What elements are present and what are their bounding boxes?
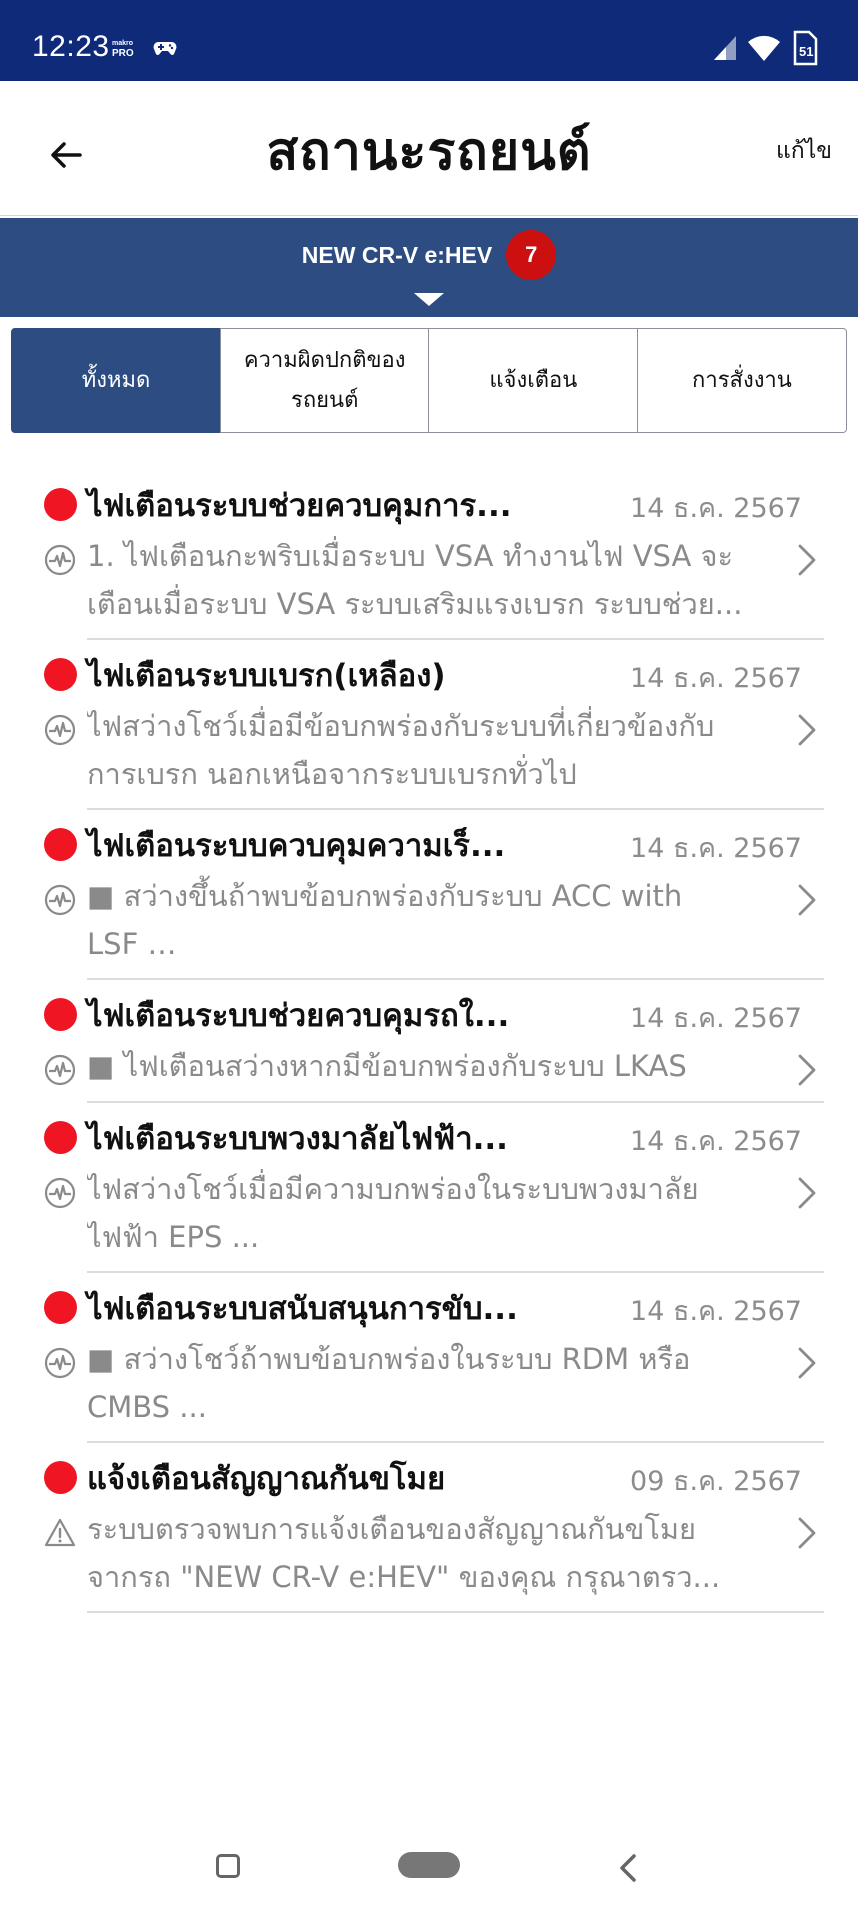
tab-commands-label: การสั่งงาน: [692, 367, 792, 393]
pulse-icon: [44, 1177, 76, 1209]
alert-title: ไฟเตือนระบบควบคุมความเร็...: [87, 828, 506, 864]
alert-desc-line: ระบบตรวจพบการแจ้งเตือนของสัญญาณกันขโมย: [87, 1512, 697, 1546]
alert-dot: [44, 998, 77, 1031]
alert-desc-line: ไฟสว่างโชว์เมื่อมีข้อบกพร่องกับระบบที่เก…: [87, 709, 715, 743]
filter-tabs: ทั้งหมด ความผิดปกติของ รถยนต์ แจ้งเตือน …: [11, 328, 847, 433]
alert-description: 1. ไฟเตือนกะพริบเมื่อระบบ VSA ทำงานไฟ VS…: [87, 532, 767, 628]
alert-desc-line: ไฟสว่างโชว์เมื่อมีความบกพร่องในระบบพวงมา…: [87, 1172, 699, 1206]
signal-icon: [714, 36, 736, 60]
alert-desc-line: การเบรก นอกเหนือจากระบบเบรกทั่วไป: [87, 757, 577, 791]
alert-description: ระบบตรวจพบการแจ้งเตือนของสัญญาณกันขโมย จ…: [87, 1505, 767, 1601]
app-header: สถานะรถยนต์ แก้ไข: [0, 81, 858, 216]
tab-vehicle-malfunction-label: ความผิดปกติของ รถยนต์: [244, 341, 406, 421]
alert-title: ไฟเตือนระบบเบรก(เหลือง): [87, 658, 446, 694]
list-item[interactable]: ไฟเตือนระบบช่วยควบคุมการ... 14 ธ.ค. 2567…: [0, 470, 858, 640]
alert-description: ■ สว่างโชว์ถ้าพบข้อบกพร่องในระบบ RDM หรื…: [87, 1335, 767, 1431]
nav-back-button[interactable]: [616, 1852, 640, 1884]
alert-desc-line: ไฟฟ้า EPS ...: [87, 1220, 260, 1254]
alert-desc-line: จากรถ "NEW CR-V e:HEV" ของคุณ กรุณาตรว..…: [87, 1560, 721, 1594]
tab-notifications-label: แจ้งเตือน: [489, 367, 578, 393]
page-title: สถานะรถยนต์: [266, 122, 592, 182]
tab-all-label: ทั้งหมด: [81, 367, 151, 393]
alert-title: ไฟเตือนระบบช่วยควบคุมรถใ...: [87, 998, 510, 1034]
chevron-right-icon: [798, 714, 816, 746]
tab-all[interactable]: ทั้งหมด: [11, 328, 222, 433]
tab-label-line: ความผิดปกติของ: [243, 347, 406, 373]
status-brand-bottom: PRO: [112, 48, 134, 59]
sim-icon: 51: [793, 30, 818, 66]
tab-vehicle-malfunction[interactable]: ความผิดปกติของ รถยนต์: [219, 328, 430, 433]
alert-desc-line: ■ สว่างโชว์ถ้าพบข้อบกพร่องในระบบ RDM หรื…: [87, 1342, 691, 1376]
pulse-icon: [44, 544, 76, 576]
chevron-right-icon: [798, 544, 816, 576]
notification-count-badge: 7: [506, 230, 557, 280]
alert-date: 09 ธ.ค. 2567: [630, 1466, 802, 1497]
alert-dot: [44, 1291, 77, 1324]
alert-date: 14 ธ.ค. 2567: [630, 833, 802, 864]
alert-description: ไฟสว่างโชว์เมื่อมีความบกพร่องในระบบพวงมา…: [87, 1165, 767, 1261]
alert-description: ■ สว่างขึ้นถ้าพบข้อบกพร่องกับระบบ ACC wi…: [87, 872, 767, 968]
status-time: 12:23: [32, 30, 110, 63]
vehicle-name: NEW CR-V e:HEV: [301, 241, 493, 268]
alert-title: ไฟเตือนระบบพวงมาลัยไฟฟ้า...: [87, 1121, 508, 1157]
pulse-icon: [44, 1054, 76, 1086]
tab-commands[interactable]: การสั่งงาน: [636, 328, 847, 433]
alert-dot: [44, 1121, 77, 1154]
status-bar: 12:23 makro PRO 51: [0, 0, 858, 81]
alert-title: ไฟเตือนระบบสนับสนุนการขับ...: [87, 1291, 518, 1327]
alert-date: 14 ธ.ค. 2567: [630, 493, 802, 524]
alert-date: 14 ธ.ค. 2567: [630, 1296, 802, 1327]
alert-desc-line: 1. ไฟเตือนกะพริบเมื่อระบบ VSA ทำงานไฟ VS…: [87, 539, 734, 573]
pulse-icon: [44, 884, 76, 916]
wifi-icon: [748, 35, 780, 61]
alert-description: ไฟสว่างโชว์เมื่อมีข้อบกพร่องกับระบบที่เก…: [87, 702, 767, 798]
pulse-icon: [44, 714, 76, 746]
list-item[interactable]: ไฟเตือนระบบเบรก(เหลือง) 14 ธ.ค. 2567 ไฟส…: [0, 640, 858, 810]
chevron-right-icon: [798, 1517, 816, 1549]
pulse-icon: [44, 1347, 76, 1379]
svg-text:51: 51: [799, 44, 813, 59]
alert-dot: [44, 828, 77, 861]
alert-date: 14 ธ.ค. 2567: [630, 663, 802, 694]
list-item[interactable]: ไฟเตือนระบบพวงมาลัยไฟฟ้า... 14 ธ.ค. 2567…: [0, 1103, 858, 1273]
list-item[interactable]: ไฟเตือนระบบควบคุมความเร็... 14 ธ.ค. 2567…: [0, 810, 858, 980]
gamepad-icon: [153, 42, 177, 56]
status-brand-logo: makro PRO: [112, 39, 134, 59]
chevron-right-icon: [798, 1347, 816, 1379]
chevron-right-icon: [798, 1054, 816, 1086]
vehicle-selector[interactable]: NEW CR-V e:HEV 7: [0, 218, 858, 317]
tab-label-line: รถยนต์: [291, 387, 359, 413]
chevron-down-icon: [414, 293, 444, 306]
home-button[interactable]: [398, 1852, 460, 1878]
alert-desc-line: LSF …: [87, 927, 177, 961]
alert-list: ไฟเตือนระบบช่วยควบคุมการ... 14 ธ.ค. 2567…: [0, 470, 858, 1613]
chevron-right-icon: [798, 884, 816, 916]
alert-title: แจ้งเตือนสัญญาณกันขโมย: [87, 1461, 446, 1497]
alert-desc-line: เตือนเมื่อระบบ VSA ระบบเสริมแรงเบรก ระบบ…: [87, 587, 743, 621]
list-item[interactable]: ไฟเตือนระบบช่วยควบคุมรถใ... 14 ธ.ค. 2567…: [0, 980, 858, 1103]
tab-notifications[interactable]: แจ้งเตือน: [428, 328, 639, 433]
warning-triangle-icon: [44, 1518, 76, 1547]
alert-dot: [44, 488, 77, 521]
alert-desc-line: CMBS ...: [87, 1390, 207, 1424]
alert-title: ไฟเตือนระบบช่วยควบคุมการ...: [87, 488, 512, 524]
alert-desc-line: ■ ไฟเตือนสว่างหากมีข้อบกพร่องกับระบบ LKA…: [87, 1049, 687, 1083]
divider: [87, 1611, 824, 1613]
alert-dot: [44, 1461, 77, 1494]
alert-description: ■ ไฟเตือนสว่างหากมีข้อบกพร่องกับระบบ LKA…: [87, 1042, 767, 1090]
alert-desc-line: ■ สว่างขึ้นถ้าพบข้อบกพร่องกับระบบ ACC wi…: [87, 879, 683, 913]
alert-date: 14 ธ.ค. 2567: [630, 1126, 802, 1157]
list-item[interactable]: แจ้งเตือนสัญญาณกันขโมย 09 ธ.ค. 2567 ระบบ…: [0, 1443, 858, 1613]
alert-dot: [44, 658, 77, 691]
recent-apps-button[interactable]: [216, 1854, 240, 1878]
system-nav-bar: [0, 1830, 858, 1907]
edit-button[interactable]: แก้ไข: [776, 133, 832, 169]
chevron-right-icon: [798, 1177, 816, 1209]
list-item[interactable]: ไฟเตือนระบบสนับสนุนการขับ... 14 ธ.ค. 256…: [0, 1273, 858, 1443]
alert-date: 14 ธ.ค. 2567: [630, 1003, 802, 1034]
